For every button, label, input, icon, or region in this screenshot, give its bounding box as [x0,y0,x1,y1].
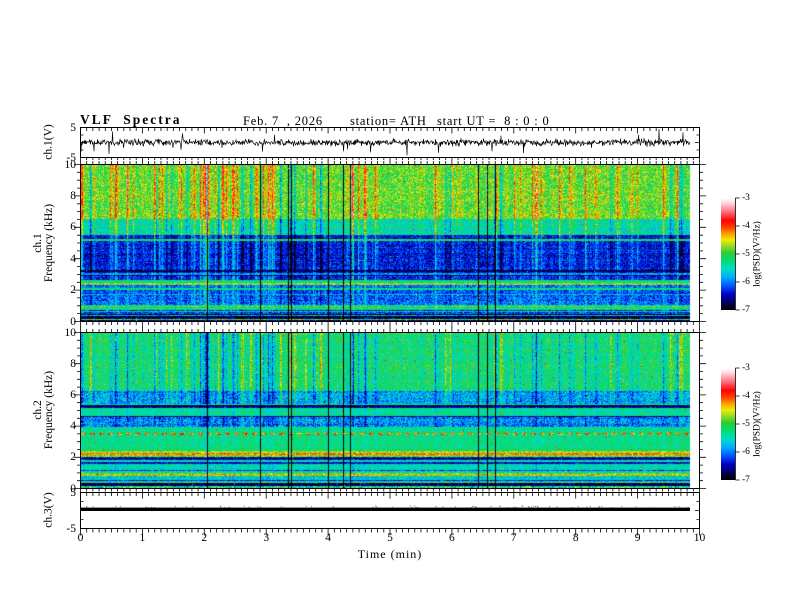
tick-label: 5 [387,532,393,544]
colorbar1-label: log(PSD)(V²/Hz) [752,221,763,287]
tick-label: -7 [742,305,750,315]
ch2-spectrogram-panel [80,332,700,489]
vlf-spectra-figure: VLF Spectra Feb. 7 , 2026 station= ATH s… [0,0,792,612]
tick-label: 1 [139,532,146,544]
colorbar2-label: log(PSD)(V²/Hz) [752,391,763,457]
tick-label: 2 [70,284,76,297]
tick-label: 8 [70,357,76,370]
tick-label: -3 [742,193,750,203]
figure-title: VLF Spectra [80,112,182,127]
ch2-spectrogram-image [81,333,699,488]
tick-label: -4 [742,221,750,231]
ch1-spectrogram-image [81,165,699,321]
ch1-spectrogram-panel [80,164,700,322]
tick-label: 5 [70,486,76,499]
tick-label: 5 [70,121,76,134]
tick-label: 2 [70,451,76,464]
tick-label: 0 [77,532,84,544]
colorbar-ch1 [721,198,735,310]
tick-label: 4 [70,252,76,265]
tick-label: -5 [742,419,750,429]
tick-label: 7 [510,532,517,544]
tick-label: -5 [66,522,76,535]
tick-label: 8 [572,532,579,544]
tick-label: -6 [742,277,750,287]
tick-label: -7 [742,475,750,485]
tick-label: 6 [449,532,455,544]
ch2-frequency-axis-label-line2: Frequency (kHz) [43,370,55,450]
tick-label: 10 [64,326,77,339]
tick-label: -4 [742,391,750,401]
tick-label: 9 [634,532,641,544]
tick-label: 4 [325,532,331,544]
tick-label: -5 [742,249,750,259]
tick-label: 2 [201,532,208,544]
ch2-frequency-axis-label: ch.2 Frequency (kHz) [32,370,55,450]
tick-label: 8 [70,189,76,202]
tick-label: -5 [66,151,76,164]
ch1-frequency-axis-label: ch.1 Frequency (kHz) [32,203,55,283]
ch1-waveform-trace [81,128,691,156]
tick-label: 10 [693,532,706,544]
ch3-waveform-panel [80,492,700,529]
tick-label: 4 [70,420,76,433]
tick-label: -6 [742,447,750,457]
time-axis-label: Time (min) [357,547,423,561]
ch1-waveform-panel [80,127,700,158]
tick-label: 6 [70,388,76,401]
tick-label: 6 [70,221,76,234]
colorbar-ch2 [721,368,735,480]
tick-label: -3 [742,363,750,373]
ch1-frequency-axis-label-line2: Frequency (kHz) [43,203,55,283]
ch3-waveform-trace [81,505,690,511]
tick-label: 3 [263,532,270,544]
